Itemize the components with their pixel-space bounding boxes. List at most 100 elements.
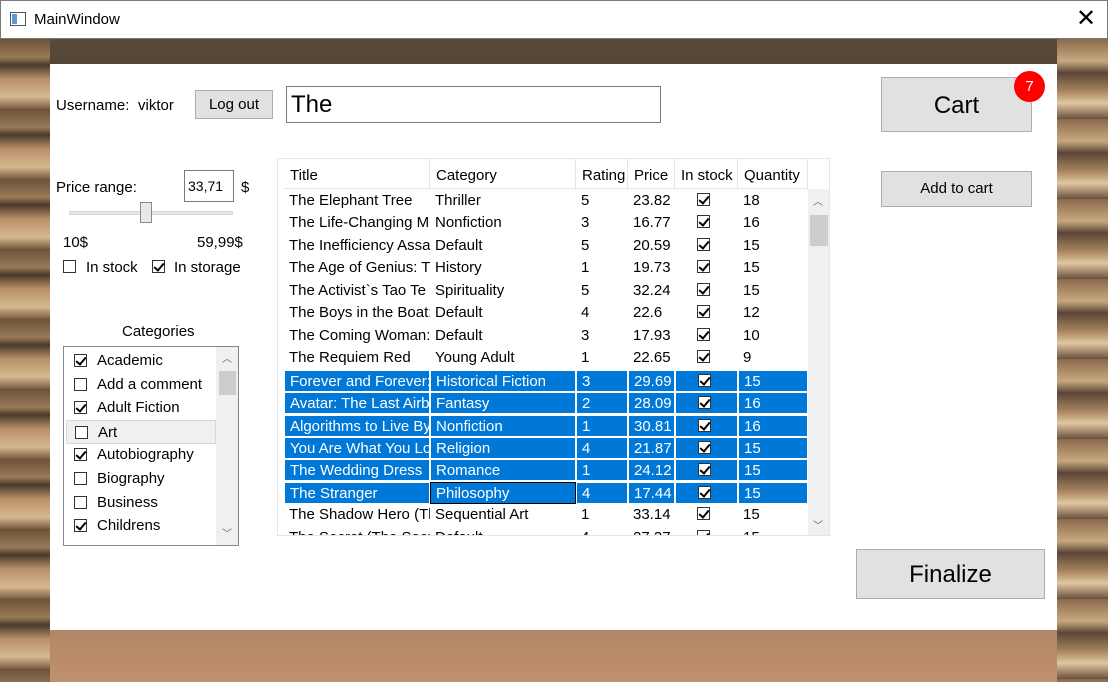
price-slider-thumb[interactable]	[140, 202, 153, 223]
title-cell: The Inefficiency Assa	[289, 236, 430, 254]
category-checkbox[interactable]	[74, 519, 87, 533]
in-stock-checkbox[interactable]	[697, 350, 710, 364]
column-header[interactable]: In stock	[675, 159, 738, 189]
in-stock-checkbox[interactable]	[697, 237, 710, 251]
title-cell: The Shadow Hero (Tl	[289, 506, 430, 524]
table-row[interactable]: Avatar: The Last Airb Fantasy 2 28.09 16	[278, 392, 808, 415]
table-row[interactable]: Algorithms to Live By Nonfiction 1 30.81 16	[278, 414, 808, 438]
in-stock-checkbox[interactable]	[698, 440, 711, 454]
category-checkbox[interactable]	[75, 425, 88, 439]
in-stock-checkbox[interactable]	[697, 507, 710, 521]
category-item[interactable]: Business	[66, 491, 216, 515]
title-cell: Forever and Forever:	[284, 369, 430, 392]
cart-button[interactable]: Cart	[881, 77, 1032, 132]
username-value: viktor	[138, 97, 174, 114]
in-storage-checkbox[interactable]	[152, 260, 165, 273]
scroll-up-icon[interactable]: ︿	[219, 350, 235, 365]
finalize-button[interactable]: Finalize	[856, 549, 1045, 599]
quantity-cell: 15	[738, 527, 808, 535]
search-input[interactable]	[286, 86, 661, 123]
category-cell: Default	[435, 236, 483, 254]
category-item[interactable]: Art	[66, 419, 216, 444]
in-stock-checkbox[interactable]	[697, 327, 710, 341]
column-header[interactable]: Price	[628, 159, 675, 189]
table-row[interactable]: The Life-Changing M Nonfiction 3 16.77 16	[278, 212, 802, 235]
table-row[interactable]: You Are What You Lo Religion 4 21.87 15	[278, 436, 808, 460]
category-checkbox[interactable]	[74, 401, 87, 415]
rating-cell: 4	[576, 481, 628, 504]
in-stock-checkbox[interactable]	[697, 193, 710, 206]
category-checkbox[interactable]	[74, 377, 87, 391]
category-cell: Philosophy	[430, 481, 576, 504]
column-header[interactable]: Rating	[576, 159, 628, 189]
category-checkbox[interactable]	[74, 354, 87, 367]
add-to-cart-button[interactable]: Add to cart	[881, 171, 1032, 207]
price-value-input[interactable]	[184, 170, 234, 202]
category-item[interactable]: Academic	[66, 349, 216, 373]
category-item[interactable]: Childrens	[66, 514, 216, 538]
books-table[interactable]: Title Category Rating Price In stock Quantity…	[277, 158, 830, 536]
close-window-button[interactable]: ✕	[1068, 4, 1104, 34]
categories-scrollbar[interactable]: ︿ ﹀	[216, 347, 238, 545]
scroll-down-icon[interactable]: ﹀	[810, 517, 826, 532]
table-row[interactable]: The Wedding Dress Romance 1 24.12 15	[278, 459, 808, 482]
rating-cell: 3	[576, 369, 628, 392]
in-stock-checkbox[interactable]	[63, 260, 76, 273]
cart-count-badge: 7	[1014, 71, 1045, 102]
in-stock-checkbox[interactable]	[698, 373, 711, 387]
username-label: Username:	[56, 97, 130, 114]
in-stock-checkbox[interactable]	[698, 418, 711, 432]
category-label: Business	[97, 493, 158, 511]
table-scrollbar[interactable]: ︿ ﹀	[808, 189, 829, 535]
category-item[interactable]: Adult Fiction	[66, 396, 216, 420]
in-stock-checkbox[interactable]	[697, 529, 710, 535]
table-row[interactable]: Forever and Forever: Historical Fiction 3 2…	[278, 369, 808, 393]
in-stock-checkbox[interactable]	[697, 282, 710, 296]
title-cell: The Boys in the Boat:	[289, 304, 430, 322]
quantity-cell: 16	[738, 392, 808, 415]
column-header[interactable]: Quantity	[738, 159, 808, 189]
categories-list[interactable]: ︿ ﹀ Academic Add a comment Adult Fiction Ar…	[63, 346, 239, 546]
in-stock-checkbox[interactable]	[697, 260, 710, 274]
column-header[interactable]: Title	[284, 159, 430, 189]
in-stock-cell	[675, 392, 738, 415]
categories-scroll-thumb[interactable]	[219, 371, 236, 395]
table-row[interactable]: The Inefficiency Assa Default 5 20.59 15	[278, 235, 802, 258]
rating-cell: 5	[581, 281, 590, 299]
table-row[interactable]: The Coming Woman: Default 3 17.93 10	[278, 325, 802, 348]
table-row[interactable]: The Activist`s Tao Te (Spirituality 5 32.2…	[278, 280, 802, 303]
in-stock-checkbox[interactable]	[698, 485, 711, 499]
in-stock-cell	[675, 414, 738, 437]
background-bookshelf-left	[0, 39, 50, 682]
in-stock-checkbox[interactable]	[697, 305, 710, 319]
category-cell: Young Adult	[435, 349, 515, 367]
in-stock-checkbox[interactable]	[698, 463, 711, 477]
scroll-down-icon[interactable]: ﹀	[219, 525, 235, 540]
column-header[interactable]: Category	[430, 159, 576, 189]
in-stock-checkbox[interactable]	[697, 215, 710, 229]
table-row[interactable]: The Requiem Red Young Adult 1 22.65 9	[278, 347, 802, 370]
logout-button[interactable]: Log out	[195, 90, 273, 119]
category-item[interactable]: Biography	[66, 467, 216, 491]
category-label: Academic	[97, 352, 163, 369]
rating-cell: 1	[581, 506, 590, 524]
category-checkbox[interactable]	[74, 495, 87, 509]
in-stock-checkbox[interactable]	[698, 396, 711, 410]
category-item[interactable]: Autobiography	[66, 443, 216, 467]
table-row[interactable]: The Elephant Tree Thriller 5 23.82 18	[278, 190, 802, 213]
category-item[interactable]: Add a comment	[66, 373, 216, 397]
category-checkbox[interactable]	[74, 448, 87, 462]
category-checkbox[interactable]	[74, 472, 87, 485]
rating-cell: 4	[576, 527, 628, 535]
table-row[interactable]: The Secret (The SecrDefault427.3715	[278, 527, 802, 535]
table-row[interactable]: The Age of Genius: T History 1 19.73 15	[278, 257, 802, 280]
quantity-cell: 15	[743, 236, 760, 254]
table-row[interactable]: The Stranger Philosophy 4 17.44 15	[278, 481, 808, 505]
table-scroll-thumb[interactable]	[810, 215, 828, 246]
title-cell: The Life-Changing M	[289, 214, 430, 232]
rating-cell: 5	[581, 192, 590, 209]
table-row[interactable]: The Shadow Hero (Tl Sequential Art 1 33.14 1…	[278, 504, 802, 527]
table-row[interactable]: The Boys in the Boat: Default 4 22.6 12	[278, 302, 802, 325]
scroll-up-icon[interactable]: ︿	[810, 193, 826, 208]
quantity-cell: 15	[743, 259, 760, 277]
